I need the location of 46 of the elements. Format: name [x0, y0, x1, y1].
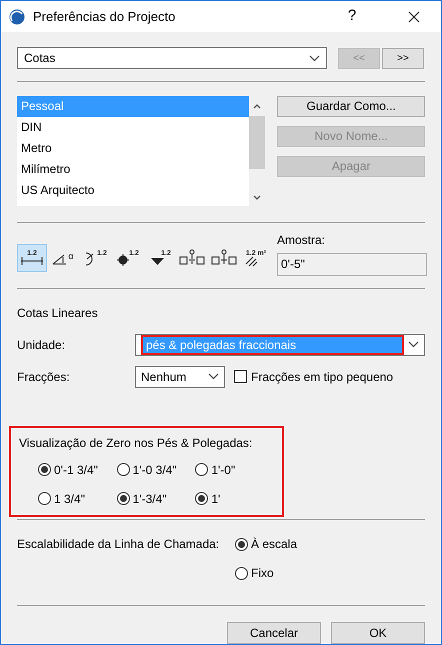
radio-label[interactable]: 0'-1 3/4" [54, 460, 98, 479]
radio-button[interactable] [38, 463, 51, 476]
radio-label[interactable]: À escala [251, 535, 298, 554]
radio-label[interactable]: 1' [211, 490, 220, 508]
scroll-up-icon[interactable] [253, 102, 262, 109]
radio-label[interactable]: 1 3/4" [54, 490, 85, 508]
chevron-down-icon [408, 341, 419, 348]
radio-button[interactable] [195, 463, 208, 476]
radio-button[interactable] [195, 492, 208, 506]
dimension-tool-button[interactable]: α [49, 244, 79, 272]
radio-button[interactable] [235, 566, 248, 580]
preset-button[interactable]: Guardar Como... [277, 96, 425, 117]
category-dropdown[interactable]: Cotas [17, 47, 327, 69]
close-icon [408, 10, 420, 22]
preset-list-item[interactable]: DIN [17, 116, 250, 138]
next-button[interactable]: >> [382, 48, 424, 68]
radio-label[interactable]: Fixo [251, 564, 274, 582]
radio-button[interactable] [235, 538, 248, 551]
chevron-down-icon [208, 373, 219, 380]
radio-label[interactable]: 1'-0 3/4" [132, 460, 177, 479]
scroll-down-icon[interactable] [253, 194, 262, 201]
dialog-button[interactable]: Cancelar [227, 622, 321, 644]
radio-button[interactable] [38, 492, 51, 506]
section-title: Cotas Lineares [17, 304, 99, 322]
unit-value: pés & polegadas fraccionais [141, 334, 404, 355]
fractions-label: Fracções: [17, 368, 71, 386]
sample-label: Amostra: [277, 232, 326, 249]
preset-list-item[interactable]: US Arquitecto [17, 180, 250, 201]
group-title: Visualização de Zero nos Pés & Polegadas: [19, 436, 252, 450]
preset-list-item[interactable]: Milímetro [17, 158, 250, 180]
radio-button[interactable] [116, 492, 130, 506]
small-fractions-checkbox[interactable]: Fracções em tipo pequeno [234, 368, 394, 386]
chevron-down-icon [309, 54, 320, 62]
fractions-dropdown[interactable]: Nenhum [135, 366, 225, 388]
app-logo-icon [9, 8, 25, 24]
dialog-button[interactable]: OK [331, 622, 425, 644]
preset-list-item[interactable]: Metro [17, 138, 250, 159]
radio-button[interactable] [116, 463, 130, 476]
scrollbar-thumb[interactable] [249, 116, 266, 169]
leader-scaling-label: Escalabilidade da Linha de Chamada: [17, 536, 220, 554]
unit-label: Unidade: [17, 336, 66, 354]
radio-label[interactable]: 1'-0" [211, 460, 236, 479]
help-button[interactable]: ? [337, 5, 367, 28]
sample-field: 0'-5" [277, 252, 427, 276]
window-title: Preferências do Projecto [33, 8, 176, 26]
radio-label[interactable]: 1'-3/4" [132, 490, 167, 508]
